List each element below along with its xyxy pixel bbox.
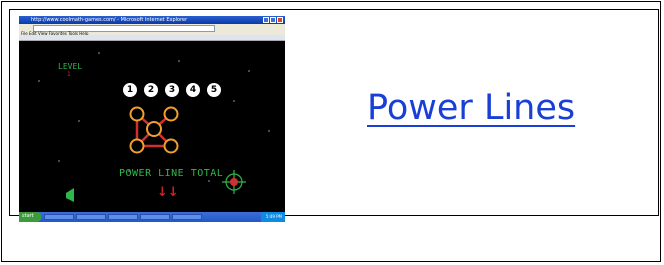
node-top-right	[163, 106, 179, 122]
node-center	[146, 121, 162, 137]
taskbar-item[interactable]	[140, 214, 170, 220]
taskbar-item[interactable]	[108, 214, 138, 220]
power-lines-link[interactable]: Power Lines	[367, 88, 575, 128]
power-line-total-value: ↓↓	[157, 185, 179, 200]
content-box: http://www.coolmath-games.com/ - Microso…	[9, 9, 659, 222]
taskbar-item[interactable]	[76, 214, 106, 220]
outer-frame: http://www.coolmath-games.com/ - Microso…	[1, 1, 661, 262]
taskbar: start 5:49 PM	[19, 212, 285, 222]
power-network	[66, 106, 246, 202]
node-top-left	[129, 106, 145, 122]
clock: 5:49 PM	[265, 214, 282, 219]
taskbar-item[interactable]	[44, 214, 74, 220]
taskbar-items	[44, 214, 202, 220]
speaker-icon	[66, 188, 74, 202]
game-screenshot[interactable]: http://www.coolmath-games.com/ - Microso…	[19, 16, 285, 222]
power-line-total-label: POWER LINE TOTAL	[119, 168, 224, 179]
taskbar-item[interactable]	[172, 214, 202, 220]
start-button[interactable]: start	[19, 212, 41, 222]
system-tray: 5:49 PM	[261, 212, 285, 222]
node-bottom-left	[129, 138, 145, 154]
node-bottom-right	[163, 138, 179, 154]
